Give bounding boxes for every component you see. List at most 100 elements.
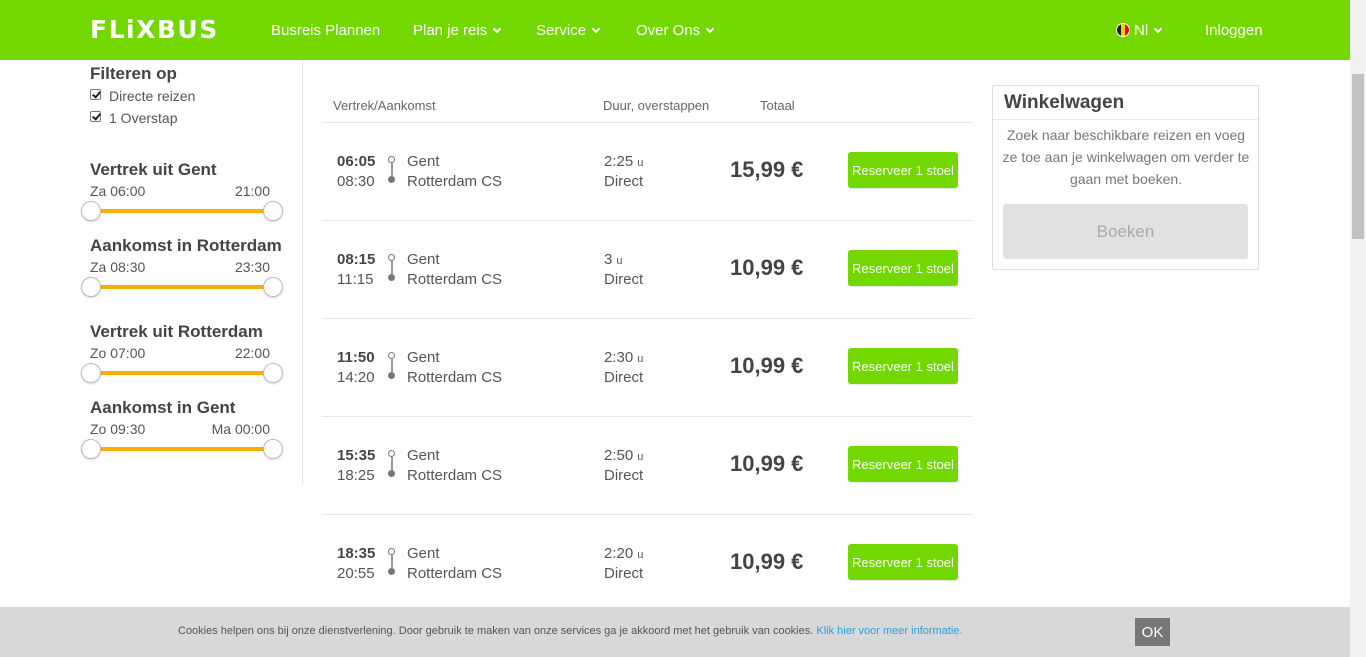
departure-time: 18:35 xyxy=(337,545,376,562)
duration-unit: u xyxy=(637,549,644,561)
reserve-seat-button[interactable]: Reserveer 1 stoel xyxy=(848,250,958,286)
checkbox-label: Directe reizen xyxy=(109,88,196,104)
trip-duration: 2:25 u xyxy=(604,153,643,170)
slider-track[interactable] xyxy=(91,371,273,375)
checkbox-checked[interactable] xyxy=(90,89,101,100)
top-nav-bar: FLiXBUS Busreis Plannen Plan je reis Ser… xyxy=(0,0,1350,60)
column-header-total: Totaal xyxy=(760,98,795,113)
slider-handle-min[interactable] xyxy=(81,363,101,383)
nav-plan-je-reis[interactable]: Plan je reis xyxy=(413,22,502,39)
duration-value: 2:50 xyxy=(604,447,634,464)
cookie-more-info-link[interactable]: Klik hier voor meer informatie. xyxy=(816,625,962,637)
checkbox-label: 1 Overstap xyxy=(109,110,178,126)
belgium-flag-icon xyxy=(1116,23,1130,37)
nav-label: Service xyxy=(536,22,587,39)
trip-duration: 3u xyxy=(604,251,622,268)
checkbox-checked[interactable] xyxy=(90,111,101,122)
filter-direct-trips[interactable]: Directe reizen xyxy=(90,88,195,104)
filter-one-transfer[interactable]: 1 Overstap xyxy=(90,110,177,126)
arrival-station: Rotterdam CS xyxy=(407,173,503,190)
trip-price: 10,99 € xyxy=(730,549,804,574)
language-label: Nl xyxy=(1134,22,1149,39)
slider-handle-max[interactable] xyxy=(263,363,283,383)
reserve-seat-button[interactable]: Reserveer 1 stoel xyxy=(848,152,958,188)
slider-handle-min[interactable] xyxy=(81,277,101,297)
transfer-info: Direct xyxy=(604,467,644,484)
route-end-icon xyxy=(388,372,395,379)
reserve-seat-button[interactable]: Reserveer 1 stoel xyxy=(848,446,958,482)
slider-track[interactable] xyxy=(91,447,273,451)
nav-over-ons[interactable]: Over Ons xyxy=(636,22,715,39)
departure-station: Gent xyxy=(407,251,440,268)
flixbus-logo[interactable]: FLiXBUS xyxy=(90,15,219,44)
trip-row: 11:50 14:20 Gent Rotterdam CS 2:30 u Dire… xyxy=(322,319,972,417)
cookie-ok-button[interactable]: OK xyxy=(1135,618,1170,646)
duration-unit: u xyxy=(637,157,644,169)
chevron-down-icon xyxy=(705,24,715,34)
trip-price: 10,99 € xyxy=(730,353,804,378)
departure-time: 08:15 xyxy=(337,251,376,268)
departure-station: Gent xyxy=(407,447,440,464)
filter-title: Filteren op xyxy=(90,64,177,83)
chevron-down-icon xyxy=(492,24,502,34)
slider-handle-min[interactable] xyxy=(81,439,101,459)
duration-value: 2:25 xyxy=(604,153,634,170)
arrival-time: 20:55 xyxy=(337,565,375,582)
route-line-icon xyxy=(391,457,393,470)
filter-sidebar: Filteren op Directe reizen 1 Overstap Ve… xyxy=(80,60,303,485)
trip-row: 18:35 20:55 Gent Rotterdam CS 2:20 u Dire… xyxy=(322,515,972,613)
slider-track[interactable] xyxy=(91,209,273,213)
language-selector[interactable]: Nl xyxy=(1116,22,1163,39)
trip-row: 08:15 11:15 Gent Rotterdam CS 3u Direct … xyxy=(322,221,972,319)
trip-duration: 2:30 u xyxy=(604,349,643,366)
trip-row: 06:05 08:30 Gent Rotterdam CS 2:25 u Dire… xyxy=(322,123,972,221)
arrival-time: 08:30 xyxy=(337,173,375,190)
route-line-icon xyxy=(391,261,393,274)
arrival-time: 11:15 xyxy=(337,271,374,288)
cart-empty-message: Zoek naar beschikbare reizen en voeg ze … xyxy=(1002,127,1250,187)
reserve-seat-button[interactable]: Reserveer 1 stoel xyxy=(848,544,958,580)
trip-price: 10,99 € xyxy=(730,451,804,476)
route-end-icon xyxy=(388,568,395,575)
nav-label: Busreis Plannen xyxy=(271,22,381,39)
trip-duration: 2:50 u xyxy=(604,447,643,464)
nav-label: Over Ons xyxy=(636,22,701,39)
route-start-icon xyxy=(388,548,395,555)
arrival-station: Rotterdam CS xyxy=(407,271,503,288)
slider-track[interactable] xyxy=(91,285,273,289)
departure-station: Gent xyxy=(407,153,440,170)
route-start-icon xyxy=(388,156,395,163)
nav-service[interactable]: Service xyxy=(536,22,601,39)
range-title-departure-gent: Vertrek uit Gent xyxy=(90,160,217,179)
departure-station: Gent xyxy=(407,545,440,562)
slider-handle-min[interactable] xyxy=(81,201,101,221)
column-header-duration: Duur, overstappen xyxy=(603,98,710,113)
range-title-departure-rotterdam: Vertrek uit Rotterdam xyxy=(90,322,263,341)
trip-row: 15:35 18:25 Gent Rotterdam CS 2:50 u Dire… xyxy=(322,417,972,515)
reserve-seat-button[interactable]: Reserveer 1 stoel xyxy=(848,348,958,384)
slider-handle-max[interactable] xyxy=(263,439,283,459)
duration-value: 2:20 xyxy=(604,545,634,562)
range-title-arrival-gent: Aankomst in Gent xyxy=(90,398,236,417)
route-line-icon xyxy=(391,555,393,568)
slider-handle-max[interactable] xyxy=(263,201,283,221)
slider-handle-max[interactable] xyxy=(263,277,283,297)
cookie-text: Cookies helpen ons bij onze dienstverlen… xyxy=(178,625,814,637)
route-end-icon xyxy=(388,470,395,477)
cart-title: Winkelwagen xyxy=(1004,92,1125,113)
arrival-station: Rotterdam CS xyxy=(407,467,503,484)
duration-unit: u xyxy=(637,451,644,463)
chevron-down-icon xyxy=(1153,24,1163,34)
login-link[interactable]: Inloggen xyxy=(1205,22,1263,39)
arrival-time: 14:20 xyxy=(337,369,375,386)
trip-price: 15,99 € xyxy=(730,157,804,182)
arrival-time: 18:25 xyxy=(337,467,375,484)
range-max-label: Ma 00:00 xyxy=(211,421,270,437)
scrollbar-thumb[interactable] xyxy=(1352,74,1364,239)
book-button[interactable]: Boeken xyxy=(1003,204,1248,259)
arrival-station: Rotterdam CS xyxy=(407,565,503,582)
departure-time: 11:50 xyxy=(337,349,375,366)
nav-busreis-plannen[interactable]: Busreis Plannen xyxy=(271,22,380,39)
arrival-station: Rotterdam CS xyxy=(407,369,503,386)
transfer-info: Direct xyxy=(604,271,644,288)
